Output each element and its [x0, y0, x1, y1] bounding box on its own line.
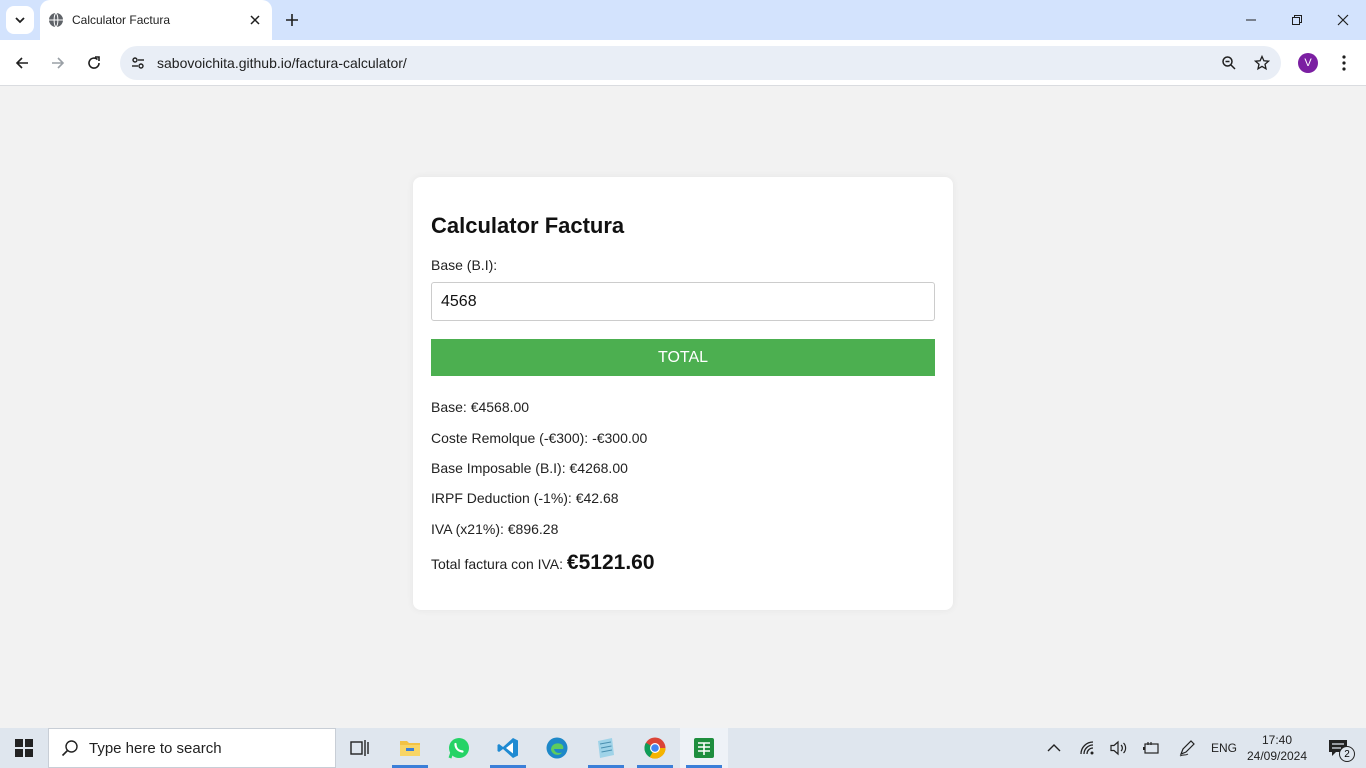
- base-label: Base (B.I):: [431, 257, 498, 273]
- total-label: Total factura con IVA:: [431, 556, 567, 572]
- speaker-icon: [1110, 740, 1127, 756]
- file-explorer-icon: [400, 741, 420, 756]
- zoom-icon[interactable]: [1215, 49, 1243, 77]
- volume-control[interactable]: [1106, 728, 1132, 768]
- taskbar-notepad[interactable]: [582, 728, 630, 768]
- page-title: Calculator Factura: [431, 213, 625, 238]
- plus-icon: [286, 14, 298, 26]
- back-button[interactable]: [8, 49, 36, 77]
- browser-tabbar: Calculator Factura: [0, 0, 1366, 40]
- new-tab-button[interactable]: [280, 8, 304, 32]
- taskbar-edge[interactable]: [533, 728, 581, 768]
- search-icon: [61, 740, 78, 757]
- taskbar-vscode[interactable]: [484, 728, 532, 768]
- reload-button[interactable]: [80, 49, 108, 77]
- arrow-left-icon: [15, 57, 28, 69]
- more-vertical-icon: [1342, 55, 1346, 71]
- notification-count-badge: 2: [1339, 746, 1355, 762]
- result-iva: IVA (x21%): €896.28: [431, 521, 559, 537]
- close-icon: [1337, 14, 1349, 26]
- tab-title: Calculator Factura: [72, 13, 171, 27]
- chrome-icon: [644, 737, 666, 759]
- vscode-icon: [497, 738, 518, 758]
- clock-date: 24/09/2024: [1246, 749, 1308, 763]
- browser-menu-button[interactable]: [1332, 49, 1356, 77]
- restore-icon: [1292, 15, 1302, 25]
- reload-icon: [88, 56, 100, 69]
- globe-icon: [48, 12, 64, 28]
- total-button[interactable]: TOTAL: [431, 339, 935, 376]
- wifi-icon: [1080, 741, 1094, 755]
- browser-tab-active[interactable]: Calculator Factura: [40, 0, 272, 40]
- tab-search-button[interactable]: [6, 6, 34, 34]
- browser-toolbar: sabovoichita.github.io/factura-calculato…: [0, 40, 1366, 86]
- minimize-icon: [1246, 19, 1256, 21]
- taskbar-search-box[interactable]: Type here to search: [48, 728, 336, 768]
- notification-center-button[interactable]: 2: [1318, 728, 1358, 768]
- close-window-button[interactable]: [1320, 0, 1366, 40]
- taskbar-file-explorer[interactable]: [386, 728, 434, 768]
- bookmark-star-icon[interactable]: [1248, 49, 1276, 77]
- result-total: Total factura con IVA: €5121.60: [431, 551, 655, 575]
- minimize-button[interactable]: [1228, 0, 1274, 40]
- taskbar-clock[interactable]: 17:40 24/09/2024: [1244, 732, 1310, 764]
- start-button[interactable]: [0, 728, 48, 768]
- site-settings-icon[interactable]: [123, 48, 153, 78]
- restore-button[interactable]: [1274, 0, 1320, 40]
- close-tab-icon[interactable]: [244, 9, 266, 31]
- notepad-icon: [598, 738, 614, 758]
- taskbar-search-placeholder: Type here to search: [89, 739, 222, 757]
- windows-taskbar: Type here to search ENG 17:40 24/09/2024…: [0, 728, 1366, 768]
- windows-logo-icon: [15, 739, 33, 757]
- calculator-card: Calculator Factura Base (B.I): TOTAL Bas…: [413, 177, 953, 610]
- sheets-icon: [694, 738, 714, 758]
- result-remolque: Coste Remolque (-€300): -€300.00: [431, 430, 648, 446]
- chevron-up-icon: [1047, 744, 1061, 752]
- pen-icon: [1179, 740, 1195, 757]
- profile-avatar[interactable]: V: [1298, 53, 1318, 73]
- battery-status[interactable]: [1138, 728, 1164, 768]
- base-input[interactable]: [431, 282, 935, 321]
- battery-charging-icon: [1143, 742, 1159, 754]
- show-hidden-icons-button[interactable]: [1042, 728, 1066, 768]
- address-bar[interactable]: sabovoichita.github.io/factura-calculato…: [120, 46, 1281, 80]
- taskbar-sheets[interactable]: [680, 728, 728, 768]
- task-view-button[interactable]: [336, 728, 384, 768]
- chevron-down-icon: [15, 17, 25, 24]
- whatsapp-icon: [448, 738, 469, 759]
- task-view-icon: [350, 740, 369, 756]
- network-status[interactable]: [1076, 728, 1100, 768]
- arrow-right-icon: [52, 57, 65, 69]
- total-value: €5121.60: [566, 551, 655, 574]
- forward-button[interactable]: [44, 49, 72, 77]
- language-indicator[interactable]: ENG: [1206, 728, 1242, 768]
- result-base-imposable: Base Imposable (B.I): €4268.00: [431, 460, 628, 476]
- taskbar-whatsapp[interactable]: [435, 728, 483, 768]
- pen-workspace-button[interactable]: [1174, 728, 1200, 768]
- result-irpf: IRPF Deduction (-1%): €42.68: [431, 490, 619, 506]
- edge-icon: [546, 737, 568, 759]
- url-text[interactable]: sabovoichita.github.io/factura-calculato…: [157, 55, 1215, 71]
- result-base: Base: €4568.00: [431, 399, 530, 415]
- clock-time: 17:40: [1261, 733, 1293, 747]
- taskbar-chrome[interactable]: [631, 728, 679, 768]
